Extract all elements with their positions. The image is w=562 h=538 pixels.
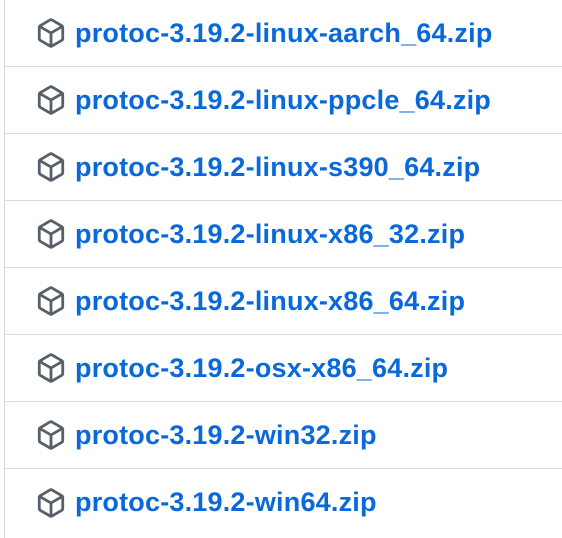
- asset-download-link[interactable]: protoc-3.19.2-linux-s390_64.zip: [75, 153, 480, 181]
- asset-row: protoc-3.19.2-win64.zip: [5, 469, 562, 536]
- package-icon: [36, 286, 66, 316]
- package-icon: [36, 152, 66, 182]
- asset-download-link[interactable]: protoc-3.19.2-win64.zip: [75, 489, 377, 516]
- package-icon: [36, 487, 66, 518]
- asset-download-link[interactable]: protoc-3.19.2-linux-x86_32.zip: [75, 220, 465, 248]
- asset-row: protoc-3.19.2-win32.zip: [5, 402, 562, 469]
- package-icon: [36, 420, 66, 450]
- asset-download-link[interactable]: protoc-3.19.2-osx-x86_64.zip: [75, 354, 448, 382]
- asset-row: protoc-3.19.2-linux-x86_64.zip: [5, 268, 562, 335]
- asset-download-link[interactable]: protoc-3.19.2-linux-ppcle_64.zip: [75, 86, 491, 114]
- asset-download-link[interactable]: protoc-3.19.2-linux-aarch_64.zip: [75, 19, 493, 47]
- release-assets-list: protoc-3.19.2-linux-aarch_64.zip protoc-…: [4, 0, 562, 538]
- asset-row: protoc-3.19.2-linux-s390_64.zip: [5, 134, 562, 201]
- asset-row: protoc-3.19.2-linux-x86_32.zip: [5, 201, 562, 268]
- asset-row: protoc-3.19.2-linux-ppcle_64.zip: [5, 67, 562, 134]
- package-icon: [36, 219, 66, 249]
- package-icon: [36, 18, 66, 48]
- package-icon: [36, 85, 66, 115]
- package-icon: [36, 353, 66, 383]
- asset-row: protoc-3.19.2-osx-x86_64.zip: [5, 335, 562, 402]
- asset-download-link[interactable]: protoc-3.19.2-win32.zip: [75, 421, 377, 449]
- asset-download-link[interactable]: protoc-3.19.2-linux-x86_64.zip: [75, 287, 465, 315]
- asset-row: protoc-3.19.2-linux-aarch_64.zip: [5, 0, 562, 67]
